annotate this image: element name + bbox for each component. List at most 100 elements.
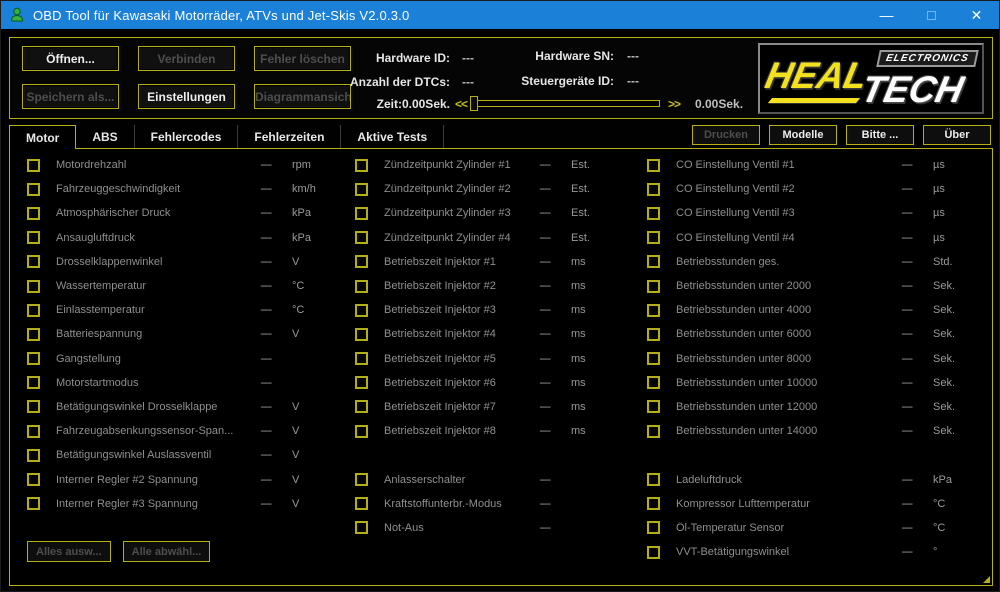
parameter-checkbox[interactable] [355, 352, 368, 365]
parameter-unit: ms [571, 425, 617, 437]
parameter-label: Betriebszeit Injektor #1 [384, 256, 515, 268]
parameter-row: Betätigungswinkel Auslassventil----V [27, 443, 338, 467]
ecu-id-label: Steuergeräte ID: [454, 74, 614, 88]
parameter-checkbox[interactable] [647, 280, 660, 293]
parameter-unit: µs [933, 232, 979, 244]
parameter-checkbox[interactable] [647, 400, 660, 413]
parameter-label: CO Einstellung Ventil #3 [676, 207, 877, 219]
parameter-checkbox[interactable] [27, 159, 40, 172]
tab-fehlercodes[interactable]: Fehlercodes [135, 125, 239, 148]
parameter-unit: V [292, 256, 338, 268]
toolbar-button-verbinden[interactable]: Verbinden [138, 46, 235, 71]
parameter-checkbox[interactable] [647, 497, 660, 510]
parameter-checkbox[interactable] [27, 449, 40, 462]
tab-fehlerzeiten[interactable]: Fehlerzeiten [238, 125, 341, 148]
parameter-checkbox[interactable] [355, 280, 368, 293]
parameter-checkbox[interactable] [647, 255, 660, 268]
parameter-checkbox[interactable] [27, 183, 40, 196]
parameter-checkbox[interactable] [355, 328, 368, 341]
parameter-checkbox[interactable] [355, 304, 368, 317]
parameter-checkbox[interactable] [355, 255, 368, 268]
parameter-checkbox[interactable] [27, 473, 40, 486]
parameter-checkbox[interactable] [27, 400, 40, 413]
tab-motor[interactable]: Motor [9, 125, 76, 149]
parameter-checkbox[interactable] [647, 304, 660, 317]
parameter-checkbox[interactable] [647, 328, 660, 341]
parameter-checkbox[interactable] [355, 521, 368, 534]
parameter-checkbox[interactable] [355, 376, 368, 389]
parameter-checkbox[interactable] [355, 473, 368, 486]
time-slider-thumb[interactable] [470, 96, 478, 111]
parameter-checkbox[interactable] [355, 400, 368, 413]
parameter-checkbox[interactable] [355, 183, 368, 196]
parameter-label: CO Einstellung Ventil #4 [676, 232, 877, 244]
parameter-checkbox[interactable] [647, 473, 660, 486]
toolbar-button-öffnen-[interactable]: Öffnen... [22, 46, 119, 71]
time-label: Zeit:0.00Sek. [290, 97, 450, 111]
maximize-button[interactable] [909, 1, 954, 29]
parameter-row: Interner Regler #3 Spannung----V [27, 492, 338, 516]
parameter-unit: Sek. [933, 377, 979, 389]
parameter-checkbox[interactable] [27, 497, 40, 510]
toolbar-button-einstellungen[interactable]: Einstellungen [138, 84, 235, 109]
parameter-row: Motordrehzahl----rpm [27, 153, 338, 177]
close-button[interactable]: ✕ [954, 1, 999, 29]
rewind-arrows-icon[interactable]: << [455, 97, 467, 111]
parameter-checkbox[interactable] [355, 207, 368, 220]
parameter-checkbox[interactable] [355, 497, 368, 510]
parameter-checkbox[interactable] [27, 207, 40, 220]
parameter-value: ---- [877, 522, 912, 534]
parameter-checkbox[interactable] [27, 304, 40, 317]
parameter-checkbox[interactable] [27, 352, 40, 365]
parameter-label: Betriebsstunden unter 2000 [676, 280, 877, 292]
parameter-unit: ms [571, 377, 617, 389]
parameter-value: ---- [877, 425, 912, 437]
action-button-bitte-[interactable]: Bitte ... [846, 125, 914, 145]
parameter-checkbox[interactable] [355, 159, 368, 172]
select-button-alles-ausw-[interactable]: Alles ausw... [27, 541, 111, 562]
parameter-checkbox[interactable] [27, 328, 40, 341]
parameter-unit: V [292, 474, 338, 486]
parameter-value: ---- [877, 498, 912, 510]
parameter-checkbox[interactable] [27, 231, 40, 244]
parameter-checkbox[interactable] [647, 376, 660, 389]
parameter-row: Betriebsstunden unter 10000----Sek. [647, 371, 979, 395]
parameter-unit: Est. [571, 232, 617, 244]
action-button-modelle[interactable]: Modelle [769, 125, 837, 145]
parameter-label: Batteriespannung [56, 328, 236, 340]
parameter-panel: Motordrehzahl----rpmFahrzeuggeschwindigk… [9, 148, 993, 586]
parameter-unit: µs [933, 183, 979, 195]
forward-arrows-icon[interactable]: >> [668, 97, 680, 111]
parameter-label: Betriebsstunden unter 6000 [676, 328, 877, 340]
parameter-checkbox[interactable] [647, 207, 660, 220]
parameter-label: CO Einstellung Ventil #1 [676, 159, 877, 171]
parameter-unit: Sek. [933, 401, 979, 413]
action-button-über[interactable]: Über [923, 125, 991, 145]
tab-aktive-tests[interactable]: Aktive Tests [341, 125, 444, 148]
resize-grip[interactable] [983, 576, 990, 583]
parameter-checkbox[interactable] [647, 231, 660, 244]
parameter-checkbox[interactable] [27, 255, 40, 268]
parameter-checkbox[interactable] [355, 425, 368, 438]
select-button-alle-abw-hl-[interactable]: Alle abwähl... [123, 541, 211, 562]
dtc-count-label: Anzahl der DTCs: [290, 75, 450, 89]
parameter-checkbox[interactable] [647, 352, 660, 365]
toolbar-button-speichern-als-[interactable]: Speichern als... [22, 84, 119, 109]
parameter-row: Einlasstemperatur----°C [27, 298, 338, 322]
parameter-checkbox[interactable] [27, 425, 40, 438]
minimize-button[interactable]: — [864, 1, 909, 29]
parameter-checkbox[interactable] [647, 183, 660, 196]
action-button-drucken[interactable]: Drucken [692, 125, 760, 145]
parameter-checkbox[interactable] [647, 546, 660, 559]
parameter-checkbox[interactable] [27, 280, 40, 293]
parameter-checkbox[interactable] [647, 425, 660, 438]
parameter-checkbox[interactable] [27, 376, 40, 389]
parameter-row: CO Einstellung Ventil #1----µs [647, 153, 979, 177]
parameter-label: Betriebsstunden unter 14000 [676, 425, 877, 437]
tab-abs[interactable]: ABS [76, 125, 134, 148]
parameter-unit: ms [571, 304, 617, 316]
parameter-checkbox[interactable] [355, 231, 368, 244]
parameter-checkbox[interactable] [647, 159, 660, 172]
parameter-checkbox[interactable] [647, 521, 660, 534]
time-slider-track[interactable] [472, 100, 660, 107]
